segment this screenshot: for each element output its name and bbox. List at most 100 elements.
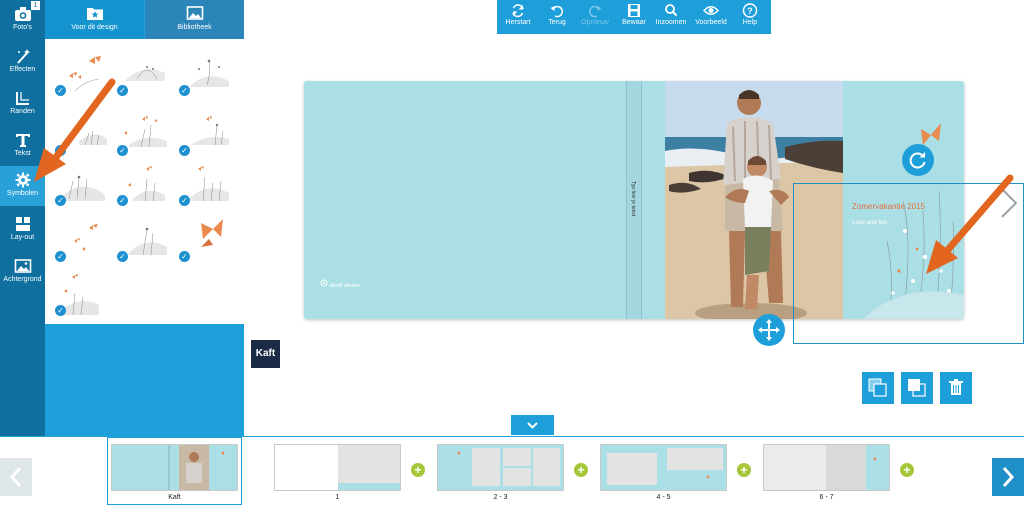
- restart-button[interactable]: Herstart: [501, 0, 535, 34]
- tab-library[interactable]: Bibliotheek: [145, 0, 244, 39]
- star-folder-icon: [86, 8, 103, 20]
- page-number: 6 - 7: [819, 494, 834, 501]
- panel-tabs: Voor dit design Bibliotheek: [45, 0, 244, 39]
- button-label: Inzoomen: [655, 19, 687, 26]
- check-icon: ✓: [55, 305, 66, 316]
- check-icon: ✓: [117, 145, 128, 156]
- rotate-button[interactable]: [902, 144, 934, 176]
- page-4-5-thumbnail: [607, 448, 723, 485]
- move-icon: [758, 319, 780, 341]
- page-thumb-6-7[interactable]: [763, 444, 890, 491]
- next-page-arrow[interactable]: [996, 185, 1022, 221]
- check-icon: ✓: [179, 251, 190, 262]
- sidebar-item-label: Tekst: [14, 150, 31, 157]
- tab-label: Bibliotheek: [177, 24, 212, 31]
- search-icon: [665, 4, 678, 17]
- cover-spine[interactable]: Typ hier je tekst: [626, 81, 642, 319]
- selection-frame[interactable]: [793, 183, 1024, 344]
- symbol-thumb[interactable]: ✓: [117, 51, 172, 96]
- symbol-thumb[interactable]: ✓: [117, 217, 172, 262]
- symbol-thumb[interactable]: ✓: [55, 111, 110, 156]
- delete-button[interactable]: [940, 372, 972, 404]
- add-page-button[interactable]: +: [411, 463, 425, 477]
- sidebar-item-label: Symbolen: [6, 190, 39, 197]
- send-backward-button[interactable]: [901, 372, 933, 404]
- add-page-button[interactable]: +: [900, 463, 914, 477]
- check-icon: ✓: [117, 251, 128, 262]
- sidebar-item-label: Randen: [10, 108, 35, 115]
- sidebar-item-label: Effecten: [9, 66, 36, 73]
- page-1-thumbnail: [275, 445, 400, 490]
- sidebar: Foto's 1 Effecten Randen Tekst Symbolen …: [0, 0, 45, 436]
- button-label: Opnieuw: [581, 19, 609, 26]
- sidebar-item-text[interactable]: Tekst: [0, 126, 45, 166]
- top-toolbar: Herstart Terug Opnieuw Bewaar Inzoomen V…: [497, 0, 771, 34]
- filmstrip-next-button[interactable]: [992, 458, 1024, 496]
- sidebar-item-symbols[interactable]: Symbolen: [0, 166, 45, 206]
- add-page-button[interactable]: +: [737, 463, 751, 477]
- symbol-thumb[interactable]: ✓: [55, 271, 110, 316]
- sidebar-item-effects[interactable]: Effecten: [0, 42, 45, 82]
- check-icon: ✓: [117, 195, 128, 206]
- chevron-left-icon: [9, 467, 22, 487]
- symbol-thumb[interactable]: ✓: [117, 161, 172, 206]
- help-button[interactable]: ? Help: [735, 0, 765, 34]
- button-label: Herstart: [505, 19, 531, 26]
- symbol-thumb[interactable]: ✓: [55, 161, 110, 206]
- send-backward-icon: [908, 379, 926, 397]
- page-thumb-4-5[interactable]: [600, 444, 727, 491]
- page-thumb-cover[interactable]: [111, 444, 238, 491]
- page-number: Kaft: [168, 494, 181, 501]
- check-icon: ✓: [55, 85, 66, 96]
- page-6-7-thumbnail: [826, 445, 889, 490]
- preview-button[interactable]: Voorbeeld: [693, 0, 729, 34]
- sidebar-item-label: Achtergrond: [3, 276, 42, 283]
- bring-forward-button[interactable]: [862, 372, 894, 404]
- trash-icon: [949, 379, 963, 395]
- collapse-filmstrip-button[interactable]: [511, 415, 554, 435]
- check-icon: ✓: [179, 145, 190, 156]
- symbol-thumb[interactable]: ✓: [179, 161, 234, 206]
- undo-icon: [550, 5, 564, 18]
- sidebar-item-background[interactable]: Achtergrond: [0, 252, 45, 292]
- page-thumb-2-3[interactable]: [437, 444, 564, 491]
- button-label: Help: [742, 19, 758, 26]
- sidebar-item-layout[interactable]: Lay-out: [0, 210, 45, 250]
- symbols-panel: Voor dit design Bibliotheek ✓ ✓ ✓ ✓ ✓ ✓ …: [45, 0, 244, 436]
- tab-for-this-design[interactable]: Voor dit design: [45, 0, 144, 39]
- refresh-icon: [512, 4, 524, 18]
- zoom-in-button[interactable]: Inzoomen: [653, 0, 689, 34]
- undo-button[interactable]: Terug: [541, 0, 573, 34]
- check-icon: ✓: [179, 85, 190, 96]
- page-label: Kaft: [251, 340, 280, 368]
- page-2-3-thumbnail: [457, 448, 560, 486]
- border-icon: [15, 92, 29, 105]
- move-button[interactable]: [753, 314, 785, 346]
- redo-button[interactable]: Opnieuw: [577, 0, 613, 34]
- filmstrip-prev-button[interactable]: [0, 458, 32, 496]
- redo-icon: [588, 5, 602, 18]
- check-icon: ✓: [117, 85, 128, 96]
- eye-icon: [703, 6, 719, 15]
- text-icon: [15, 134, 30, 147]
- symbol-thumb[interactable]: ✓: [179, 217, 234, 262]
- tab-label: Voor dit design: [71, 24, 118, 31]
- symbol-thumb[interactable]: ✓: [179, 111, 234, 156]
- symbol-thumb[interactable]: ✓: [179, 51, 234, 96]
- sidebar-item-borders[interactable]: Randen: [0, 84, 45, 124]
- symbol-thumb[interactable]: ✓: [55, 217, 110, 262]
- logo-icon: [320, 279, 328, 287]
- symbol-thumb[interactable]: ✓: [117, 111, 172, 156]
- page-thumb-1[interactable]: [274, 444, 401, 491]
- save-button[interactable]: Bewaar: [617, 0, 651, 34]
- chevron-right-icon: [1002, 467, 1015, 487]
- spine-text[interactable]: Typ hier je tekst: [630, 181, 636, 216]
- rotate-icon: [909, 152, 926, 169]
- sidebar-item-photos[interactable]: Foto's 1: [0, 0, 45, 40]
- add-page-button[interactable]: +: [574, 463, 588, 477]
- symbols-grid: ✓ ✓ ✓ ✓ ✓ ✓ ✓ ✓ ✓ ✓ ✓ ✓ ✓: [45, 39, 244, 324]
- image-icon: [14, 259, 31, 273]
- bring-forward-icon: [868, 378, 887, 397]
- chevron-down-icon: [527, 422, 538, 429]
- symbol-thumb[interactable]: ✓: [55, 51, 110, 96]
